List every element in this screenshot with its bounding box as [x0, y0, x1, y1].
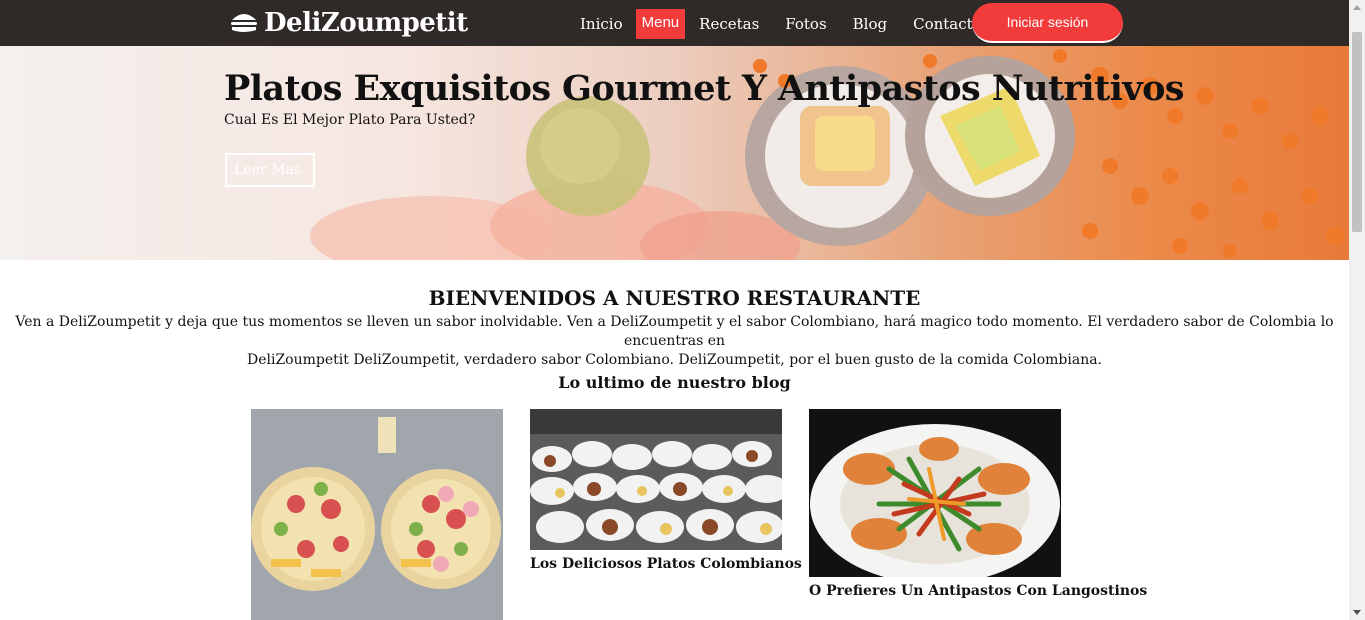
blog-post-image[interactable] [530, 409, 782, 550]
blog-post-image[interactable] [251, 409, 503, 620]
blog-heading: Lo ultimo de nuestro blog [558, 373, 791, 392]
page-scrollbar[interactable] [1349, 0, 1365, 620]
nav-item-blog[interactable]: Blog [843, 9, 897, 39]
welcome-title: BIENVENIDOS A NUESTRO RESTAURANTE [428, 286, 921, 310]
logo-text: DeliZoumpetit [264, 8, 468, 38]
top-navbar: DeliZoumpetit Inicio Menu Recetas Fotos … [0, 0, 1349, 46]
read-more-button[interactable]: Leer Mas [225, 153, 315, 187]
welcome-text-line-1: Ven a DeliZoumpetit y deja que tus momen… [15, 314, 1334, 349]
nav-item-menu[interactable]: Menu [635, 9, 686, 39]
nav-item-recetas[interactable]: Recetas [689, 9, 769, 39]
nav-item-fotos[interactable]: Fotos [775, 9, 836, 39]
nav-item-inicio[interactable]: Inicio [570, 9, 633, 39]
welcome-text-line-2: DeliZoumpetit DeliZoumpetit, verdadero s… [246, 352, 1103, 368]
login-button[interactable]: Iniciar sesión [972, 3, 1123, 43]
blog-post-card[interactable]: Los Deliciosos Platos Colombianos [530, 409, 802, 572]
main-nav: Inicio Menu Recetas Fotos Blog Contacto [570, 9, 992, 39]
blog-post-image[interactable] [809, 409, 1061, 577]
burger-icon [230, 12, 258, 34]
blog-post-card[interactable]: O Prefieres Un Antipastos Con Langostino… [809, 409, 1147, 599]
welcome-text: Ven a DeliZoumpetit y deja que tus momen… [0, 313, 1349, 370]
hero-title: Platos Exquisitos Gourmet Y Antipastos N… [224, 68, 1185, 109]
blog-post-caption[interactable]: Los Deliciosos Platos Colombianos [530, 556, 802, 572]
hero-banner: Platos Exquisitos Gourmet Y Antipastos N… [0, 46, 1349, 260]
logo[interactable]: DeliZoumpetit [230, 6, 468, 40]
scroll-thumb[interactable] [1352, 32, 1362, 232]
blog-post-caption[interactable]: O Prefieres Un Antipastos Con Langostino… [809, 583, 1147, 599]
scroll-down-icon[interactable] [1353, 610, 1361, 615]
scroll-up-icon[interactable] [1353, 5, 1361, 10]
hero-subtitle: Cual Es El Mejor Plato Para Usted? [224, 112, 476, 128]
blog-post-card[interactable] [251, 409, 503, 620]
